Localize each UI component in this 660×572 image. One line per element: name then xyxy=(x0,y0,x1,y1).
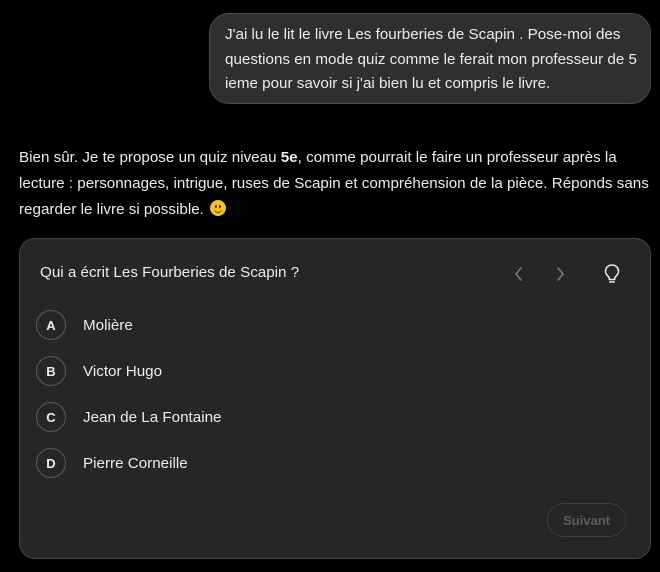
chat-page: J'ai lu le lit le livre Les fourberies d… xyxy=(0,0,660,572)
hint-button[interactable] xyxy=(601,263,623,285)
option-text: Jean de La Fontaine xyxy=(83,408,222,426)
user-message-text: J'ai lu le lit le livre Les fourberies d… xyxy=(225,26,637,92)
lightbulb-icon xyxy=(604,264,620,283)
option-text: Victor Hugo xyxy=(83,362,163,380)
next-question-nav-button[interactable] xyxy=(549,263,571,285)
assistant-text-part1: Bien sûr. Je te propose un quiz niveau xyxy=(19,149,281,166)
assistant-message: Bien sûr. Je te propose un quiz niveau 5… xyxy=(19,145,651,223)
previous-question-button[interactable] xyxy=(508,263,530,285)
option-c[interactable]: C Jean de La Fontaine xyxy=(36,401,221,433)
option-d[interactable]: D Pierre Corneille xyxy=(36,447,188,479)
chevron-left-icon xyxy=(515,267,522,281)
option-letter-badge: B xyxy=(36,356,66,386)
option-text: Pierre Corneille xyxy=(83,454,188,472)
option-letter-badge: A xyxy=(36,310,66,340)
next-button[interactable]: Suivant xyxy=(547,503,626,537)
option-b[interactable]: B Victor Hugo xyxy=(36,355,162,387)
quiz-card: Qui a écrit Les Fourberies de Scapin ? A… xyxy=(19,238,651,559)
option-a[interactable]: A Molière xyxy=(36,309,133,341)
option-letter-badge: C xyxy=(36,402,66,432)
assistant-text-bold: 5e xyxy=(280,149,298,166)
user-message-bubble: J'ai lu le lit le livre Les fourberies d… xyxy=(209,13,651,104)
option-text: Molière xyxy=(83,316,133,334)
slightly-smiling-face-icon xyxy=(210,200,227,216)
option-letter-badge: D xyxy=(36,448,66,478)
quiz-question: Qui a écrit Les Fourberies de Scapin ? xyxy=(40,264,300,281)
chevron-right-icon xyxy=(557,267,564,281)
